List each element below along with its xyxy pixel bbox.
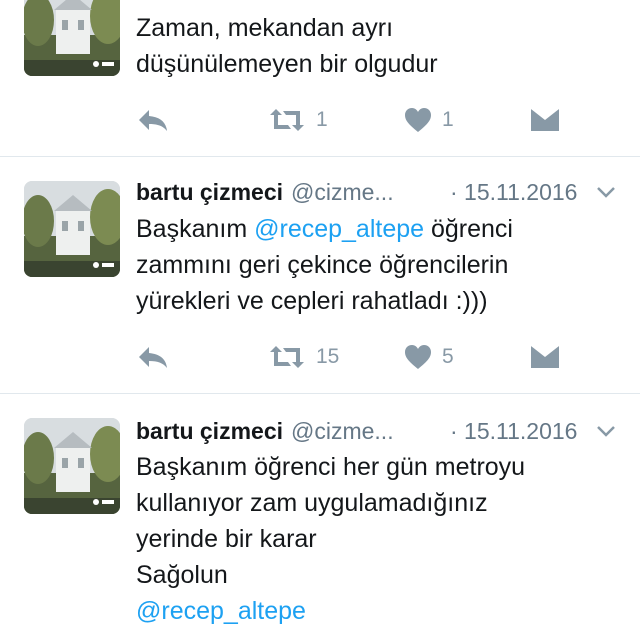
tweet-actions: 15 5 [136, 337, 616, 377]
chevron-down-icon[interactable] [596, 416, 616, 446]
retweet-count: 1 [316, 108, 328, 131]
avatar-image [24, 181, 120, 277]
tweet-2[interactable]: bartu çizmeci @cizme... · 15.11.2016 Başk… [0, 157, 640, 393]
chevron-down-icon[interactable] [596, 177, 616, 207]
display-name[interactable]: bartu çizmeci [136, 418, 283, 444]
retweet-icon [270, 346, 304, 368]
mention-link[interactable]: @recep_altepe [136, 597, 306, 625]
message-button[interactable] [530, 337, 560, 377]
message-button[interactable] [530, 100, 560, 140]
tweet-text-part: Başkanım [136, 215, 255, 243]
tweet-text: Başkanım öğrenci her gün metroyu kullanı… [136, 449, 616, 629]
tweet-3[interactable]: bartu çizmeci @cizme... · 15.11.2016 Başk… [0, 394, 640, 640]
tweet-actions: 1 1 [136, 100, 616, 140]
timestamp[interactable]: · 15.11.2016 [450, 416, 577, 446]
timestamp[interactable]: · 15.11.2016 [450, 177, 577, 207]
retweet-button[interactable]: 15 [268, 337, 339, 377]
avatar[interactable] [24, 181, 120, 277]
like-button[interactable]: 5 [404, 337, 454, 377]
reply-button[interactable] [136, 100, 170, 140]
tweet-text-part: Başkanım öğrenci her gün metroyu kullanı… [136, 453, 526, 589]
username[interactable]: @cizme... [291, 418, 394, 444]
tweet-header: bartu çizmeci @cizme... [136, 177, 394, 207]
like-button[interactable]: 1 [404, 100, 454, 140]
reply-icon [139, 347, 167, 368]
tweet-header: bartu çizmeci @cizme... [136, 416, 394, 446]
heart-icon [405, 108, 431, 132]
username[interactable]: @cizme... [291, 179, 394, 205]
envelope-icon [531, 346, 559, 368]
tweet-text: Başkanım @recep_altepe öğrenci zammını g… [136, 211, 616, 319]
avatar-image [24, 0, 120, 76]
reply-icon [139, 110, 167, 131]
retweet-icon [270, 109, 304, 131]
display-name[interactable]: bartu çizmeci [136, 179, 283, 205]
envelope-icon [531, 109, 559, 131]
tweet-text: Zaman, mekandan ayrı düşünülemeyen bir o… [136, 14, 438, 78]
retweet-button[interactable]: 1 [268, 100, 328, 140]
heart-icon [405, 345, 431, 369]
like-count: 5 [442, 345, 454, 368]
mention-link[interactable]: @recep_altepe [254, 215, 424, 243]
retweet-count: 15 [316, 345, 340, 368]
avatar[interactable] [24, 0, 120, 76]
avatar[interactable] [24, 418, 120, 514]
reply-button[interactable] [136, 337, 170, 377]
avatar-image [24, 418, 120, 514]
like-count: 1 [442, 108, 454, 131]
tweet-1[interactable]: Zaman, mekandan ayrı düşünülemeyen bir o… [0, 0, 640, 156]
